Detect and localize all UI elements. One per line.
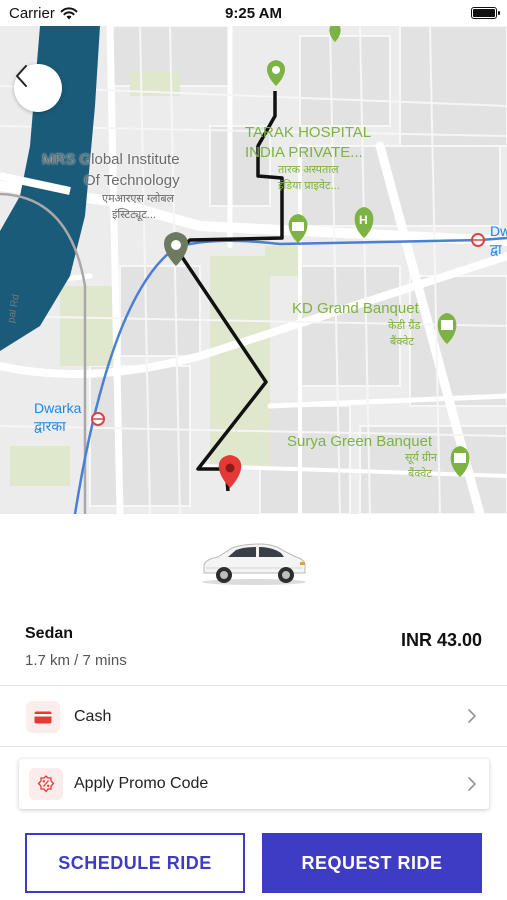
status-bar: Carrier 9:25 AM	[0, 0, 507, 26]
chevron-right-icon	[468, 709, 476, 723]
ride-price: INR 43.00	[400, 630, 482, 650]
schedule-ride-button[interactable]: SCHEDULE RIDE	[25, 833, 245, 893]
map-label-dwarka: Dwarka	[34, 400, 82, 416]
payment-method-label: Cash	[74, 708, 112, 725]
map-label-surya-green-hi: सूर्य ग्रीन	[405, 452, 438, 464]
map-view[interactable]: H TARAK HOSPITAL INDIA PRIVATE... तारक अ…	[0, 26, 507, 514]
map-label-tarak-hospital-2: INDIA PRIVATE...	[245, 144, 363, 161]
map-label-tarak-hospital-hi-2: इंडिया प्राइवेट...	[278, 180, 340, 192]
map-label-tarak-hospital-hi: तारक अस्पताल	[278, 164, 339, 176]
apply-promo-code-row[interactable]: Apply Promo Code	[19, 759, 489, 809]
ride-type: Sedan	[25, 625, 74, 642]
map-label-dwarka-hi: द्वारका	[34, 418, 66, 434]
chevron-right-icon	[468, 777, 476, 791]
sedan-car-icon	[202, 543, 306, 585]
chevron-left-icon	[16, 65, 27, 87]
status-time: 9:25 AM	[225, 5, 282, 22]
battery-icon	[471, 7, 500, 19]
map-label-kd-grand-hi-2: बैंक्वेट	[390, 336, 414, 348]
back-button[interactable]	[14, 64, 62, 112]
map-label-mrs-institute-hi-2: इंस्टिट्यूट...	[112, 209, 156, 221]
apply-promo-code-label: Apply Promo Code	[74, 775, 209, 792]
map-label-surya-green: Surya Green Banquet	[287, 433, 433, 450]
map-label-mrs-institute-2: Of Technology	[84, 172, 180, 189]
ride-distance-time: 1.7 km / 7 mins	[25, 652, 127, 669]
svg-text:H: H	[359, 213, 368, 227]
payment-method-row[interactable]: Cash	[0, 686, 507, 746]
map-label-surya-green-hi-2: बैंक्वेट	[408, 468, 432, 480]
map-label-dw-right-hi: द्वा	[490, 241, 502, 257]
map-label-dw-right: Dw	[490, 223, 507, 239]
map-label-tarak-hospital: TARAK HOSPITAL	[245, 124, 372, 141]
credit-card-icon	[26, 701, 60, 733]
map-label-kd-grand: KD Grand Banquet	[292, 300, 419, 317]
map-label-kd-grand-hi: केडी ग्रैंड	[388, 320, 421, 332]
map-label-mrs-institute-hi: एमआरएस ग्लोबल	[102, 193, 175, 205]
divider	[0, 746, 507, 747]
percent-badge-icon	[29, 768, 63, 800]
request-ride-button[interactable]: REQUEST RIDE	[262, 833, 482, 893]
map-label-mrs-institute: MRS Global Institute	[42, 151, 180, 168]
